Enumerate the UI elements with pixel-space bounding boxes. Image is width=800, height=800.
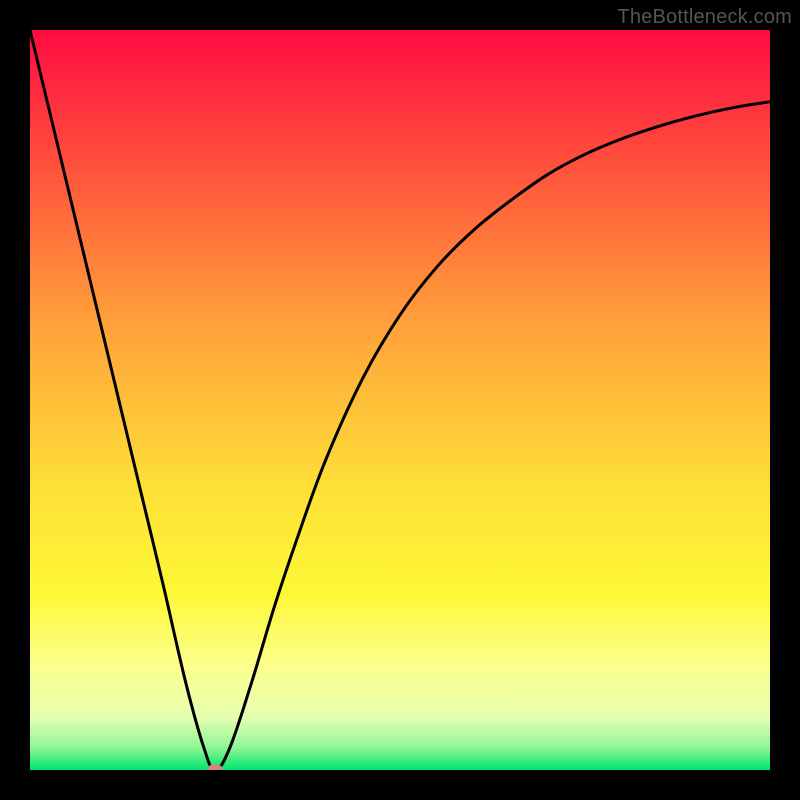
chart-container: TheBottleneck.com: [0, 0, 800, 800]
chart-svg: [30, 30, 770, 770]
watermark-text: TheBottleneck.com: [617, 6, 792, 29]
gradient-background: [30, 30, 770, 770]
plot-area: [30, 30, 770, 770]
